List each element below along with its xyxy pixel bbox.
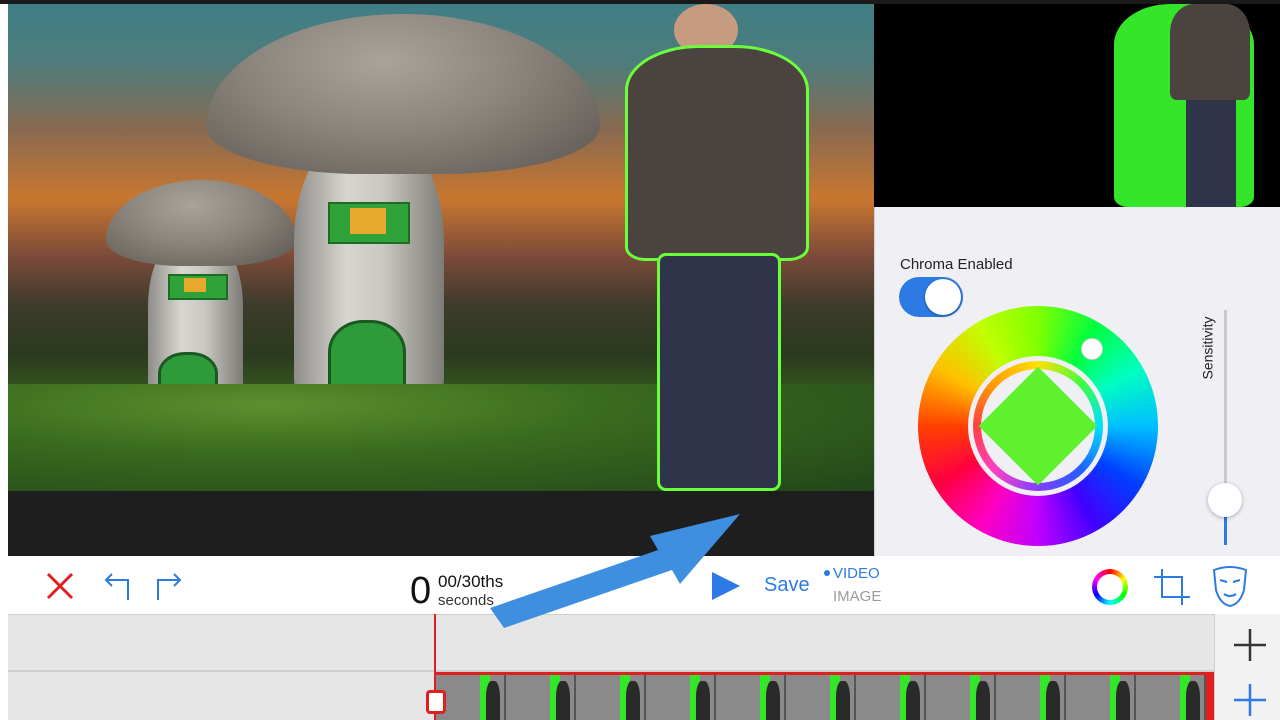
clip-frame bbox=[856, 675, 926, 720]
chroma-toggle-knob[interactable] bbox=[925, 279, 961, 315]
big-window-light bbox=[350, 208, 386, 234]
person-legs bbox=[660, 256, 778, 488]
clip-frame bbox=[786, 675, 856, 720]
mask-icon[interactable] bbox=[1208, 562, 1252, 610]
add-icon[interactable] bbox=[1230, 625, 1270, 665]
clip-frame bbox=[576, 675, 646, 720]
redo-icon[interactable] bbox=[152, 568, 188, 604]
clip-frame bbox=[1136, 675, 1206, 720]
save-button[interactable]: Save bbox=[764, 574, 810, 597]
video-preview[interactable] bbox=[8, 4, 874, 491]
thumbnail-person-legs bbox=[1186, 100, 1236, 207]
crop-icon[interactable] bbox=[1150, 565, 1194, 609]
small-window-light bbox=[184, 278, 206, 292]
sensitivity-slider-knob[interactable] bbox=[1208, 483, 1242, 517]
mode-selected-dot bbox=[824, 570, 830, 576]
clip-frame bbox=[506, 675, 576, 720]
thumbnail-person bbox=[1170, 4, 1250, 100]
left-margin bbox=[0, 4, 8, 556]
clip-frame bbox=[996, 675, 1066, 720]
video-clip-strip[interactable] bbox=[436, 672, 1214, 720]
undo-icon[interactable] bbox=[98, 568, 134, 604]
person-body bbox=[628, 48, 806, 258]
clip-frame bbox=[926, 675, 996, 720]
chroma-enabled-label: Chroma Enabled bbox=[900, 256, 1013, 273]
mode-image[interactable]: IMAGE bbox=[833, 588, 881, 605]
sensitivity-label: Sensitivity bbox=[1199, 316, 1216, 380]
time-seconds: 0 bbox=[410, 570, 432, 612]
source-thumbnail bbox=[874, 4, 1280, 207]
playhead-handle[interactable] bbox=[426, 690, 446, 714]
big-mushroom-cap bbox=[206, 14, 600, 174]
small-mushroom-cap bbox=[106, 180, 296, 266]
clip-frame bbox=[716, 675, 786, 720]
clip-frame bbox=[1066, 675, 1136, 720]
color-wheel-icon[interactable] bbox=[1088, 565, 1132, 609]
color-wheel-knob[interactable] bbox=[1081, 338, 1103, 360]
close-icon[interactable] bbox=[42, 568, 78, 604]
mode-video[interactable]: VIDEO bbox=[833, 565, 880, 582]
annotation-arrow bbox=[490, 514, 740, 628]
add-icon[interactable] bbox=[1230, 680, 1270, 720]
clip-frame bbox=[646, 675, 716, 720]
clip-frame bbox=[436, 675, 506, 720]
